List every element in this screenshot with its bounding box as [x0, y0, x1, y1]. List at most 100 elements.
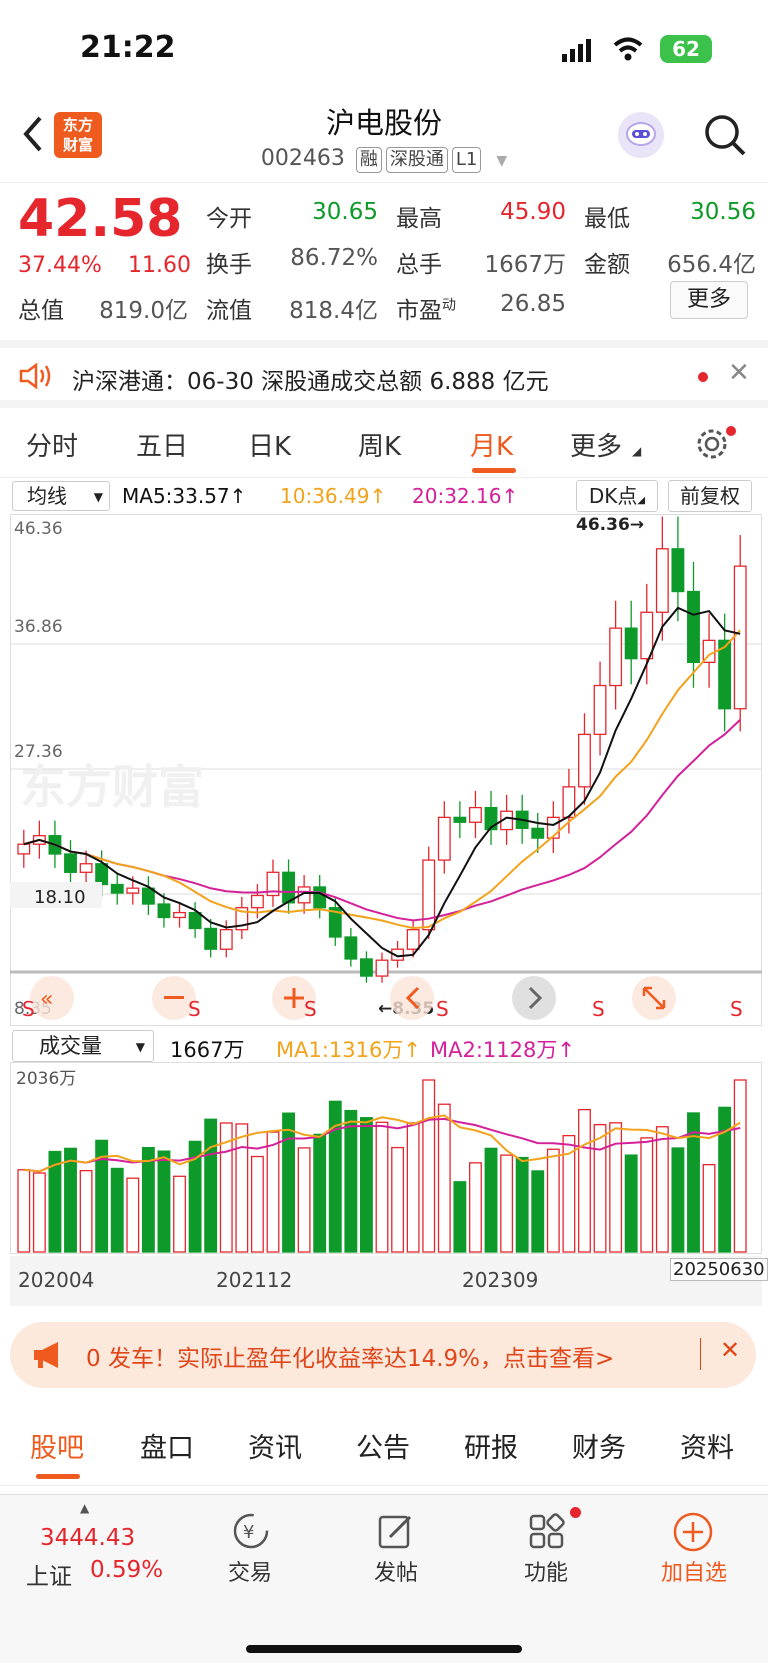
tab-profile[interactable]: 资料 [680, 1426, 734, 1465]
footer-post[interactable]: 发帖 [346, 1555, 446, 1587]
ma-bar: 均线 ▼ MA5:33.57↑ 10:36.49↑ 20:32.16↑ DK点◢ … [0, 478, 768, 514]
dk-point-button[interactable]: DK点◢ [576, 480, 658, 512]
volume-bar [671, 1147, 685, 1253]
status-bar: 21:22 62 [0, 0, 768, 100]
next-icon[interactable] [512, 976, 556, 1020]
stock-code: 002463 [260, 146, 345, 171]
y-label-3: 27.36 [14, 742, 63, 762]
candle-body [173, 911, 186, 919]
add-watchlist-icon[interactable] [672, 1511, 714, 1557]
content-tabs: 股吧 盘口 资讯 公告 研报 财务 资料 [0, 1400, 768, 1486]
candle-body [609, 627, 623, 687]
high-value: 45.90 [500, 199, 566, 225]
index-percent[interactable]: 0.59% [90, 1557, 163, 1583]
kline-chart[interactable]: 东方财富 46.36 36.86 27.36 18.10 8.35 46.36→… [10, 514, 762, 1026]
functions-icon[interactable] [528, 1513, 566, 1555]
ad-divider [700, 1338, 701, 1370]
turnover-label: 换手 [206, 252, 252, 278]
volume-bar [733, 1079, 747, 1253]
ma10-value: 10:36.49↑ [280, 484, 387, 508]
volume-bar [64, 1147, 77, 1253]
battery-icon: 62 [660, 35, 712, 63]
candle-body [219, 929, 233, 950]
trade-icon[interactable]: ¥ [226, 1511, 276, 1555]
volume-bar [406, 1122, 420, 1253]
volume-bar [437, 1103, 451, 1253]
candle-body [655, 548, 669, 613]
more-button[interactable]: 更多 [670, 281, 748, 319]
volume-bar [110, 1167, 124, 1253]
post-icon[interactable] [376, 1511, 416, 1555]
ad-close-icon[interactable]: ✕ [720, 1336, 740, 1364]
period-tabs: 分时 五日 日K 周K 月K 更多 ◢ [0, 408, 768, 478]
x-label-1: 202004 [18, 1268, 95, 1292]
tab-intraday[interactable]: 分时 [26, 426, 78, 463]
amount-value: 656.4亿 [667, 252, 756, 278]
kline-svg: 东方财富 46.36 36.86 27.36 18.10 8.35 46.36→… [10, 514, 762, 1026]
tab-forum[interactable]: 股吧 [30, 1426, 84, 1465]
tab-more[interactable]: 更多 [570, 426, 622, 463]
tag-level: L1 [451, 147, 482, 173]
candle-body [95, 863, 109, 886]
index-up-icon: ▲ [80, 1501, 90, 1515]
volume-bar [453, 1181, 467, 1253]
footer-trade[interactable]: 交易 [200, 1555, 300, 1587]
tab-five-day[interactable]: 五日 [136, 426, 188, 463]
notice-bar[interactable]: 沪深港通：06-30 深股通成交总额 6.888 亿元 ✕ [0, 340, 768, 408]
tag-connect: 深股通 [385, 147, 448, 173]
tab-research[interactable]: 研报 [464, 1426, 518, 1465]
speaker-icon [18, 362, 54, 394]
index-value[interactable]: 3444.43 [40, 1525, 135, 1551]
candle-body [406, 929, 420, 950]
float-cap-label: 流值 [206, 298, 252, 324]
market-cap-label: 总值 [18, 298, 64, 324]
tab-news[interactable]: 资讯 [248, 1426, 302, 1465]
svg-text:¥: ¥ [243, 1522, 254, 1543]
volume-bar [297, 1147, 311, 1253]
robot-assistant-icon[interactable] [618, 112, 664, 158]
adjust-button[interactable]: 前复权 [668, 480, 752, 512]
tab-announcements[interactable]: 公告 [356, 1426, 410, 1465]
volume-bar [500, 1154, 514, 1253]
search-icon[interactable] [702, 112, 748, 162]
volume-bar [422, 1079, 436, 1253]
footer-functions[interactable]: 功能 [496, 1555, 596, 1587]
index-name[interactable]: 上证 [26, 1557, 72, 1591]
volume-bar [469, 1162, 482, 1253]
candle-body [531, 827, 545, 839]
volume-bar [624, 1154, 638, 1253]
sell-marker: S [188, 997, 201, 1021]
low-label: 最低 [584, 206, 630, 232]
volume-bar [391, 1146, 405, 1253]
volume-bar [313, 1133, 327, 1253]
max-marker: 46.36→ [576, 515, 644, 535]
volume-ma1: MA1:1316万↑ [276, 1038, 421, 1062]
candle-body [437, 816, 451, 861]
tab-weekly[interactable]: 周K [358, 426, 401, 463]
footer-add-watchlist[interactable]: 加自选 [644, 1555, 744, 1587]
volume-bar [578, 1108, 591, 1253]
date-axis: 202004 202112 202309 20250630 [10, 1256, 768, 1306]
sub-indicator-select[interactable]: 成交量 ▼ [12, 1030, 154, 1062]
close-icon[interactable]: ✕ [728, 358, 750, 388]
volume-bar [282, 1112, 295, 1253]
indicator-select[interactable]: 均线 ▼ [12, 481, 110, 511]
tab-monthly[interactable]: 月K [470, 426, 513, 463]
volume-chart[interactable]: 2036万 [10, 1062, 762, 1254]
volume-bar [204, 1118, 218, 1253]
tab-finance[interactable]: 财务 [572, 1426, 626, 1465]
open-label: 今开 [206, 206, 252, 232]
signal-icon [560, 38, 596, 66]
prev-icon[interactable] [390, 976, 434, 1020]
sell-marker: S [730, 997, 743, 1021]
settings-icon[interactable] [694, 426, 730, 466]
select-caret-icon: ▼ [93, 490, 103, 504]
zoom-out-glyph [164, 996, 184, 999]
tab-orderbook[interactable]: 盘口 [140, 1426, 194, 1465]
tab-daily[interactable]: 日K [248, 426, 291, 463]
candle-body [313, 886, 327, 909]
indicator-select-label: 均线 [27, 484, 67, 508]
volume-bar [79, 1169, 93, 1253]
ad-banner[interactable]: 0 发车！实际止盈年化收益率达14.9%，点击查看> ✕ [10, 1322, 756, 1388]
candle-body [79, 863, 93, 873]
